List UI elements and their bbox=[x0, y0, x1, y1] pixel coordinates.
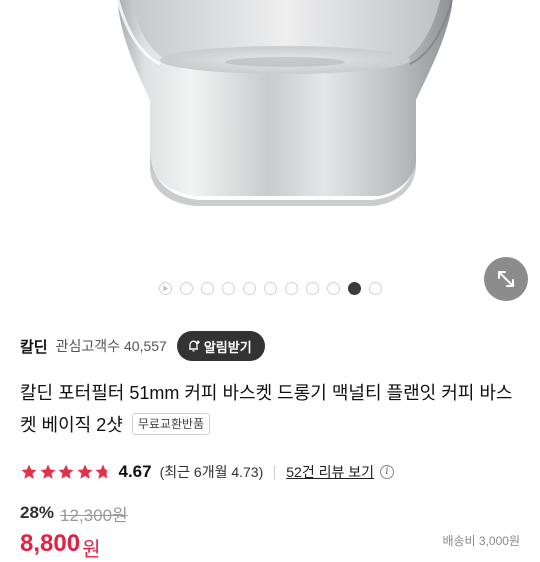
rating-row: 4.67 (최근 6개월 4.73) 52건 리뷰 보기 i bbox=[20, 460, 530, 484]
sale-price-unit: 원 bbox=[82, 539, 101, 561]
product-image-area bbox=[0, 0, 540, 318]
pager-dot[interactable] bbox=[200, 281, 214, 295]
pager-dot[interactable] bbox=[179, 281, 193, 295]
zoom-button[interactable] bbox=[484, 257, 528, 301]
pager-dot[interactable] bbox=[221, 281, 235, 295]
play-icon bbox=[163, 285, 168, 291]
review-link[interactable]: 52건 리뷰 보기 bbox=[286, 462, 374, 482]
product-title-block: 칼딘 포터필터 51mm 커피 바스켓 드롱기 맥널티 플랜잇 커피 바스켓 베… bbox=[20, 377, 525, 441]
rating-score: 4.67 bbox=[118, 462, 152, 481]
expand-icon bbox=[498, 271, 514, 287]
original-price: 12,300원 bbox=[60, 505, 128, 525]
star-icon bbox=[40, 464, 55, 479]
shipping-fee: 배송비 3,000원 bbox=[442, 534, 520, 548]
bell-plus-icon bbox=[187, 339, 201, 353]
price-row: 28% 12,300원 bbox=[20, 500, 128, 526]
info-icon[interactable]: i bbox=[380, 465, 395, 479]
pager-dot-active[interactable] bbox=[347, 281, 361, 295]
sale-price: 8,800 bbox=[20, 530, 81, 557]
pager-dot[interactable] bbox=[368, 281, 382, 295]
pager-dot[interactable] bbox=[263, 281, 277, 295]
brand-name[interactable]: 칼딘 bbox=[20, 336, 48, 357]
pager-dot[interactable] bbox=[305, 281, 319, 295]
pager-dot-video[interactable] bbox=[158, 281, 172, 295]
pager-dot[interactable] bbox=[242, 281, 256, 295]
recent-rating: (최근 6개월 4.73) bbox=[159, 464, 264, 480]
star-icon bbox=[21, 464, 37, 479]
notify-button[interactable]: 알림받기 bbox=[176, 331, 265, 361]
free-return-badge: 무료교환반품 bbox=[131, 413, 211, 436]
brand-row: 칼딘 관심고객수 40,557 알림받기 bbox=[20, 331, 520, 361]
sale-price-row: 8,800 원 bbox=[20, 530, 101, 561]
product-title: 칼딘 포터필터 51mm 커피 바스켓 드롱기 맥널티 플랜잇 커피 바스켓 베… bbox=[20, 383, 513, 435]
discount-rate: 28% bbox=[20, 503, 55, 522]
pager-dot[interactable] bbox=[326, 281, 340, 295]
star-half-icon bbox=[95, 464, 111, 479]
star-icon bbox=[58, 464, 74, 479]
interest-label: 관심고객수 bbox=[55, 338, 121, 354]
product-image bbox=[116, 0, 453, 206]
star-rating bbox=[20, 463, 113, 481]
star-icon bbox=[77, 464, 92, 479]
notify-label: 알림받기 bbox=[203, 339, 252, 355]
divider bbox=[274, 465, 276, 479]
pager-dot[interactable] bbox=[284, 281, 298, 295]
interest-count: 40,557 bbox=[124, 338, 167, 354]
image-pager[interactable] bbox=[0, 279, 540, 297]
